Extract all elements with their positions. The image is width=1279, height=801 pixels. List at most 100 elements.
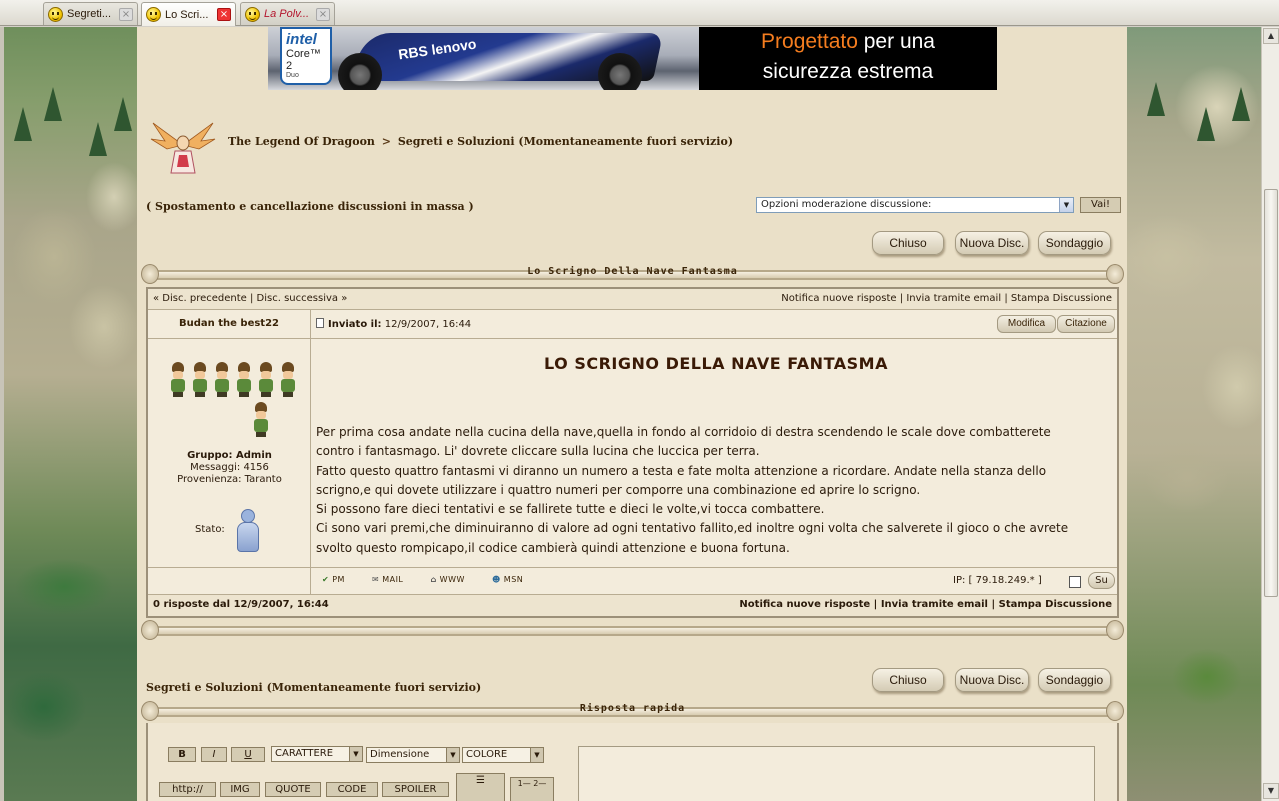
next-topic-link[interactable]: Disc. successiva » <box>257 293 348 304</box>
post-text: Per prima cosa andate nella cucina della… <box>316 425 1069 555</box>
img-button[interactable]: IMG <box>220 782 260 797</box>
http-button[interactable]: http:// <box>159 782 216 797</box>
quote-button[interactable]: Citazione <box>1057 315 1115 333</box>
home-icon: ⌂ <box>430 575 437 584</box>
tab-lo-scrigno[interactable]: Lo Scri... × <box>141 2 236 26</box>
author-name[interactable]: Budan the best22 <box>148 310 311 338</box>
post-contacts-row: ✔ PM ✉ MAIL ⌂ WWW ☻ MSN IP: [ 79.18.249.* ] … <box>148 567 1117 595</box>
bottom-scroll-ornament <box>141 620 1124 640</box>
moderation-options-select[interactable]: Opzioni moderazione discussione: ▼ <box>756 197 1074 213</box>
scroll-down-icon[interactable]: ▼ <box>1263 783 1279 799</box>
smiley-favicon-icon <box>146 7 161 22</box>
poll-button[interactable]: Sondaggio <box>1038 231 1111 255</box>
replies-count: 0 risposte dal 12/9/2007, 16:44 <box>153 599 329 610</box>
topic-title: Lo Scrigno Della Nave Fantasma <box>527 266 738 277</box>
left-background-art <box>0 27 137 801</box>
author-profile: Gruppo: Admin Messaggi: 4156 Provenienza… <box>148 339 311 567</box>
color-select[interactable]: COLORE ▼ <box>462 747 544 763</box>
poll-button[interactable]: Sondaggio <box>1038 668 1111 692</box>
chevron-down-icon: ▼ <box>1059 198 1073 212</box>
chevron-down-icon: ▼ <box>530 748 543 762</box>
forum-page: intel Core™ 2 Duo RBS lenovo Progettato … <box>137 27 1127 801</box>
notify-replies-link[interactable]: Notifica nuove risposte <box>781 293 896 304</box>
section-link[interactable]: Segreti e Soluzioni (Momentaneamente fuo… <box>146 681 481 694</box>
scroll-top-button[interactable]: Su <box>1088 572 1115 589</box>
ip-address: IP: [ 79.18.249.* ] <box>953 575 1042 586</box>
mail-link[interactable]: ✉ MAIL <box>372 575 415 584</box>
breadcrumb: The Legend Of Dragoon > Segreti e Soluzi… <box>228 135 733 148</box>
msn-link[interactable]: ☻ MSN <box>492 575 535 584</box>
send-email-link[interactable]: Invia tramite email <box>906 293 1001 304</box>
bold-button[interactable]: B <box>168 747 196 762</box>
www-link[interactable]: ⌂ WWW <box>430 575 476 584</box>
post-body: LO SCRIGNO DELLA NAVE FANTASMA Per prima… <box>316 339 1116 567</box>
tab-segreti[interactable]: Segreti... × <box>43 2 138 25</box>
browser-tabstrip: Segreti... × Lo Scri... × La Polv... × <box>0 0 1279 26</box>
code-button[interactable]: CODE <box>326 782 378 797</box>
rank-sprite-icon <box>212 362 232 398</box>
wheel-image <box>338 53 382 90</box>
pm-link[interactable]: ✔ PM <box>322 575 357 584</box>
notify-replies-link[interactable]: Notifica nuove risposte <box>739 599 870 610</box>
close-icon[interactable]: × <box>316 7 330 21</box>
quick-reply-panel: B I U CARATTERE ▼ Dimensione ▼ COLORE ▼ htt… <box>146 723 1119 801</box>
edit-button[interactable]: Modifica <box>997 315 1056 333</box>
underline-button[interactable]: U <box>231 747 265 762</box>
checkmark-icon: ✔ <box>322 575 330 584</box>
author-origin: Provenienza: Taranto <box>177 474 282 485</box>
smiley-favicon-icon <box>245 6 260 22</box>
select-post-checkbox[interactable] <box>1069 576 1081 588</box>
rank-sprite-icon <box>256 362 276 398</box>
msn-buddy-icon: ☻ <box>491 575 501 584</box>
post-date: Inviato il: 12/9/2007, 16:44 <box>316 318 471 330</box>
quick-reply-title: Risposta rapida <box>579 703 686 714</box>
envelope-icon: ✉ <box>371 575 380 584</box>
send-email-link[interactable]: Invia tramite email <box>881 599 988 610</box>
size-select[interactable]: Dimensione ▼ <box>366 747 460 763</box>
post-container: « Disc. precedente | Disc. successiva » … <box>146 287 1119 618</box>
prev-topic-link[interactable]: « Disc. precedente <box>153 293 247 304</box>
tab-label: La Polv... <box>264 8 310 20</box>
smiley-favicon-icon <box>48 6 63 22</box>
chevron-down-icon: ▼ <box>349 747 362 761</box>
post-header-row: Budan the best22 Inviato il: 12/9/2007, … <box>148 310 1117 339</box>
quote-tag-button[interactable]: QUOTE <box>265 782 321 797</box>
vertical-scrollbar[interactable]: ▲ ▼ <box>1261 27 1279 801</box>
forum-logo-icon <box>150 122 216 174</box>
new-topic-button[interactable]: Nuova Disc. <box>955 668 1029 692</box>
document-icon <box>316 318 324 328</box>
topic-nav-bar: « Disc. precedente | Disc. successiva » … <box>148 289 1117 310</box>
topic-footer-bar: 0 risposte dal 12/9/2007, 16:44 Notifica… <box>148 594 1117 616</box>
close-icon[interactable]: × <box>119 7 133 21</box>
print-topic-link[interactable]: Stampa Discussione <box>999 599 1112 610</box>
post-heading: LO SCRIGNO DELLA NAVE FANTASMA <box>544 354 888 373</box>
new-topic-button[interactable]: Nuova Disc. <box>955 231 1029 255</box>
mass-move-link[interactable]: ( Spostamento e cancellazione discussion… <box>146 200 474 213</box>
spoiler-button[interactable]: SPOILER <box>382 782 449 797</box>
go-button[interactable]: Vai! <box>1080 197 1121 213</box>
scroll-up-icon[interactable]: ▲ <box>1263 28 1279 44</box>
breadcrumb-forum-link[interactable]: The Legend Of Dragoon <box>228 135 375 148</box>
breadcrumb-separator: > <box>381 135 391 148</box>
tab-la-polvere[interactable]: La Polv... × <box>240 2 335 25</box>
rank-sprite-icon <box>168 362 188 398</box>
rank-sprite-icon <box>251 402 271 438</box>
contact-links: ✔ PM ✉ MAIL ⌂ WWW ☻ MSN <box>322 575 547 584</box>
intel-logo: intel Core™ 2 Duo <box>280 27 332 85</box>
closed-button[interactable]: Chiuso <box>872 668 944 692</box>
author-message-count: Messaggi: 4156 <box>190 462 269 473</box>
italic-button[interactable]: I <box>201 747 227 762</box>
reply-textarea[interactable] <box>578 746 1095 801</box>
rank-sprite-icon <box>234 362 254 398</box>
breadcrumb-section-link[interactable]: Segreti e Soluzioni (Momentaneamente fuo… <box>398 135 733 148</box>
align-center-icon[interactable]: ☰ <box>456 773 505 801</box>
advertisement-banner[interactable]: intel Core™ 2 Duo RBS lenovo Progettato … <box>268 27 997 90</box>
closed-button[interactable]: Chiuso <box>872 231 944 255</box>
numbered-list-button[interactable]: 1— 2— <box>510 777 554 801</box>
close-icon[interactable]: × <box>217 8 231 21</box>
rank-sprite-icon <box>190 362 210 398</box>
font-select[interactable]: CARATTERE ▼ <box>271 746 363 762</box>
print-topic-link[interactable]: Stampa Discussione <box>1011 293 1112 304</box>
author-stats: Gruppo: Admin Messaggi: 4156 Provenienza… <box>148 450 311 486</box>
scrollbar-thumb[interactable] <box>1264 189 1278 597</box>
